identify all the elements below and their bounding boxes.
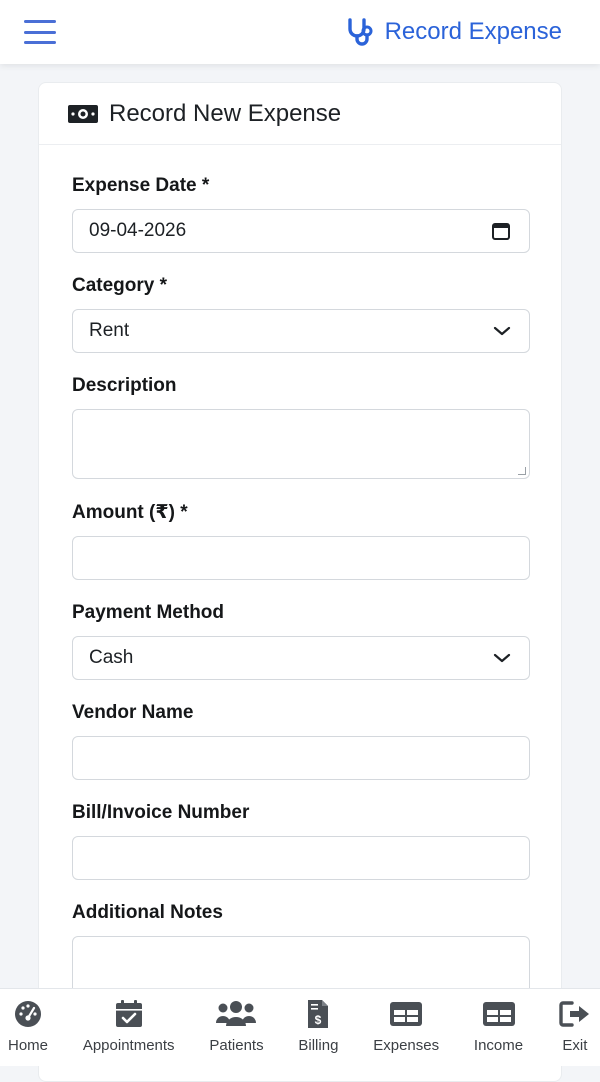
sign-out-icon xyxy=(559,1001,589,1027)
expense-form-card: Record New Expense Expense Date * 09-04-… xyxy=(38,82,562,1082)
form-title: Record New Expense xyxy=(109,99,342,127)
chevron-down-icon xyxy=(493,326,511,336)
amount-group: Amount (₹) * xyxy=(72,501,530,580)
bill-number-input[interactable] xyxy=(72,836,530,880)
users-icon xyxy=(216,1001,257,1026)
nav-item-billing[interactable]: $ Billing xyxy=(298,999,338,1054)
page-title: Record Expense xyxy=(384,18,562,45)
notes-label: Additional Notes xyxy=(72,902,223,923)
expense-date-input[interactable]: 09-04-2026 xyxy=(72,209,530,253)
payment-method-select[interactable]: Cash xyxy=(72,636,530,680)
nav-label-exit: Exit xyxy=(562,1037,588,1054)
bill-number-label: Bill/Invoice Number xyxy=(72,802,250,823)
payment-method-value: Cash xyxy=(89,647,134,668)
nav-item-expenses[interactable]: Expenses xyxy=(373,999,439,1054)
description-group: Description xyxy=(72,375,530,479)
form-body: Expense Date * 09-04-2026 Category * Ren… xyxy=(39,145,561,1008)
nav-item-appointments[interactable]: Appointments xyxy=(83,999,175,1054)
category-label: Category * xyxy=(72,275,168,296)
app-brand: Record Expense xyxy=(345,17,562,47)
nav-label-billing: Billing xyxy=(298,1037,339,1054)
vendor-name-label: Vendor Name xyxy=(72,702,194,723)
bottom-navigation: Home Appointments Patients $ Billing Exp… xyxy=(0,988,600,1066)
hamburger-menu-icon[interactable] xyxy=(24,20,56,44)
stethoscope-icon xyxy=(347,18,373,46)
nav-item-patients[interactable]: Patients xyxy=(209,999,264,1054)
expense-date-value: 09-04-2026 xyxy=(89,220,187,241)
nav-label-income: Income xyxy=(473,1037,524,1054)
nav-label-appointments: Appointments xyxy=(82,1037,175,1054)
payment-method-label: Payment Method xyxy=(72,602,225,623)
vendor-name-input[interactable] xyxy=(72,736,530,780)
nav-label-patients: Patients xyxy=(209,1037,264,1054)
nav-label-expenses: Expenses xyxy=(373,1037,440,1054)
description-textarea[interactable] xyxy=(72,409,530,479)
category-group: Category * Rent xyxy=(72,275,530,353)
category-value: Rent xyxy=(89,320,130,341)
money-bill-icon xyxy=(68,104,98,123)
nav-item-income[interactable]: Income xyxy=(474,999,523,1054)
table-icon xyxy=(482,1002,515,1026)
nav-item-exit[interactable]: Exit xyxy=(558,999,592,1054)
expense-date-group: Expense Date * 09-04-2026 xyxy=(72,175,530,253)
dashboard-gauge-icon xyxy=(15,1001,41,1027)
category-select[interactable]: Rent xyxy=(72,309,530,353)
amount-input[interactable] xyxy=(72,536,530,580)
top-app-bar: Record Expense xyxy=(0,0,600,64)
card-header: Record New Expense xyxy=(39,83,561,145)
calendar-icon[interactable] xyxy=(491,221,511,241)
svg-text:$: $ xyxy=(315,1013,322,1027)
nav-item-home[interactable]: Home xyxy=(8,999,48,1054)
bill-number-group: Bill/Invoice Number xyxy=(72,802,530,880)
vendor-name-group: Vendor Name xyxy=(72,702,530,780)
invoice-dollar-icon: $ xyxy=(308,1000,329,1028)
nav-label-home: Home xyxy=(8,1037,49,1054)
payment-method-group: Payment Method Cash xyxy=(72,602,530,680)
chevron-down-icon xyxy=(493,653,511,663)
expense-date-label: Expense Date * xyxy=(72,175,210,196)
amount-label: Amount (₹) * xyxy=(72,502,188,523)
calendar-check-icon xyxy=(115,1000,142,1027)
description-label: Description xyxy=(72,375,177,396)
resize-handle-icon[interactable] xyxy=(518,467,526,475)
table-icon xyxy=(390,1002,423,1026)
